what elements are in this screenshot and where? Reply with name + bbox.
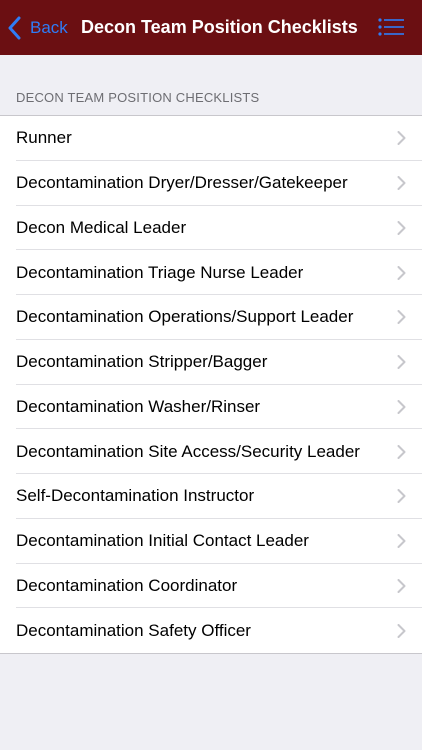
list-item[interactable]: Self-Decontamination Instructor (0, 474, 422, 519)
chevron-right-icon (397, 623, 406, 638)
chevron-right-icon (397, 399, 406, 414)
list-item[interactable]: Decontamination Safety Officer (0, 608, 422, 653)
list-item[interactable]: Decontamination Operations/Support Leade… (0, 295, 422, 340)
list-item[interactable]: Decontamination Stripper/Bagger (0, 340, 422, 385)
list-item[interactable]: Decontamination Washer/Rinser (0, 385, 422, 430)
chevron-right-icon (397, 265, 406, 280)
list-item[interactable]: Decontamination Site Access/Security Lea… (0, 429, 422, 474)
list-item-label: Decontamination Site Access/Security Lea… (16, 441, 360, 461)
chevron-right-icon (397, 489, 406, 504)
list-item-label: Decontamination Initial Contact Leader (16, 531, 309, 551)
list-item[interactable]: Runner (0, 116, 422, 161)
list-item-label: Decontamination Washer/Rinser (16, 396, 261, 416)
list-item-label: Runner (16, 128, 72, 148)
back-button[interactable]: Back (8, 0, 68, 55)
chevron-left-icon (8, 16, 28, 40)
section-header: DECON TEAM POSITION CHECKLISTS (16, 90, 260, 105)
list-item-label: Self-Decontamination Instructor (16, 486, 255, 506)
chevron-right-icon (397, 578, 406, 593)
list-item-label: Decontamination Operations/Support Leade… (16, 307, 354, 327)
list-item-label: Decontamination Stripper/Bagger (16, 352, 268, 372)
list-item-label: Decon Medical Leader (16, 217, 187, 237)
list-item-label: Decontamination Coordinator (16, 575, 238, 595)
chevron-right-icon (397, 220, 406, 235)
navigation-bar: Back Decon Team Position Checklists (0, 0, 422, 55)
back-button-label: Back (30, 17, 68, 37)
list-item-label: Decontamination Triage Nurse Leader (16, 262, 304, 282)
chevron-right-icon (397, 176, 406, 191)
list-item-label: Decontamination Safety Officer (16, 620, 251, 640)
chevron-right-icon (397, 131, 406, 146)
page-title: Decon Team Position Checklists (81, 17, 358, 37)
chevron-right-icon (397, 534, 406, 549)
checklist-list: Runner Decontamination Dryer/Dresser/Gat… (0, 115, 422, 654)
list-icon (378, 18, 404, 36)
chevron-right-icon (397, 355, 406, 370)
list-item-label: Decontamination Dryer/Dresser/Gatekeeper (16, 173, 348, 193)
chevron-right-icon (397, 444, 406, 459)
chevron-right-icon (397, 310, 406, 325)
list-item[interactable]: Decontamination Triage Nurse Leader (0, 250, 422, 295)
list-item[interactable]: Decontamination Initial Contact Leader (0, 519, 422, 564)
menu-button[interactable] (378, 15, 404, 39)
list-item[interactable]: Decontamination Coordinator (0, 564, 422, 609)
list-item[interactable]: Decontamination Dryer/Dresser/Gatekeeper (0, 161, 422, 206)
list-item[interactable]: Decon Medical Leader (0, 206, 422, 251)
